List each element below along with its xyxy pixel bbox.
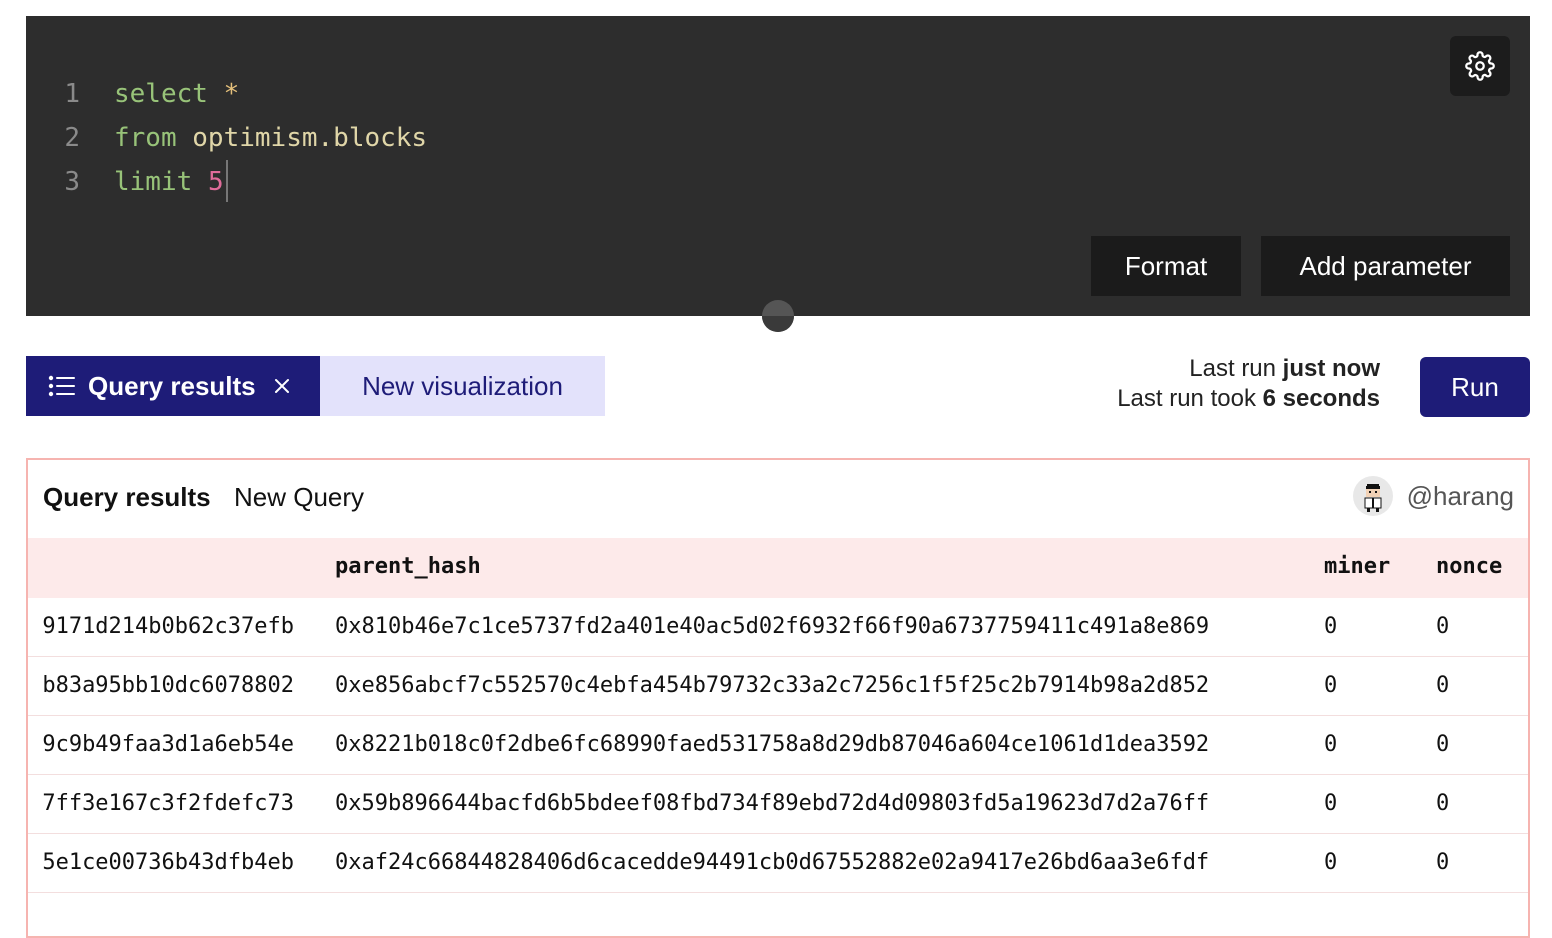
tab-query-results-label: Query results <box>88 370 256 401</box>
username: @harang <box>1406 480 1514 511</box>
cell-nonce: 0 <box>1436 673 1450 698</box>
table-row: b83a95bb10dc6078802 0xe856abcf7c552570c4e… <box>28 657 1528 716</box>
code-line[interactable]: 3 limit 5 <box>26 160 427 204</box>
cell-parent-hash: 0xe856abcf7c552570c4ebfa454b79732c33a2c7… <box>335 673 1210 698</box>
cell-miner: 0 <box>1324 850 1338 875</box>
line-number: 3 <box>64 167 80 197</box>
table-body: 9171d214b0b62c37efb 0x810b46e7c1ce5737fd2… <box>28 598 1528 893</box>
query-name[interactable]: New Query <box>234 482 364 513</box>
code-text: select * <box>114 72 239 116</box>
last-run-line: Last run just now <box>1189 355 1380 382</box>
sql-editor[interactable]: 1 select * 2 from optimism.blocks 3 limit 5 F… <box>26 16 1530 316</box>
line-number: 1 <box>64 79 80 109</box>
add-parameter-button[interactable]: Add parameter <box>1261 236 1510 296</box>
code-token: optimism.blocks <box>192 123 428 153</box>
text-cursor <box>225 160 228 202</box>
code-text: from optimism.blocks <box>114 116 427 160</box>
close-icon[interactable] <box>274 378 290 394</box>
results-panel: Query results New Query @harang parent_h… <box>26 458 1530 938</box>
table-row: 9171d214b0b62c37efb 0x810b46e7c1ce5737fd2… <box>28 598 1528 657</box>
code-token: * <box>223 79 240 109</box>
cell-miner: 0 <box>1324 614 1338 639</box>
column-header-miner[interactable]: miner <box>1324 538 1390 596</box>
gear-icon <box>1465 51 1495 81</box>
code-line[interactable]: 2 from optimism.blocks <box>26 116 427 160</box>
table-header: parent_hash miner nonce <box>28 538 1528 598</box>
list-icon <box>48 374 76 398</box>
cell-hash: 9c9b49faa3d1a6eb54e <box>42 732 294 757</box>
results-title: Query results <box>43 482 211 512</box>
cell-nonce: 0 <box>1436 850 1450 875</box>
tab-new-visualization[interactable]: New visualization <box>320 356 605 416</box>
cell-nonce: 0 <box>1436 732 1450 757</box>
code-token: from <box>114 123 177 153</box>
cell-parent-hash: 0xaf24c66844828406d6cacedde94491cb0d6755… <box>335 850 1210 875</box>
cell-hash: 5e1ce00736b43dfb4eb <box>42 850 294 875</box>
cell-miner: 0 <box>1324 673 1338 698</box>
editor-settings-button[interactable] <box>1450 36 1510 96</box>
cell-parent-hash: 0x8221b018c0f2dbe6fc68990faed531758a8d29… <box>335 732 1210 757</box>
last-run-duration-line: Last run took 6 seconds <box>1117 385 1380 412</box>
editor-resize-handle[interactable] <box>762 300 794 332</box>
format-button[interactable]: Format <box>1091 236 1241 296</box>
cell-hash: b83a95bb10dc6078802 <box>42 673 294 698</box>
column-header-parent-hash[interactable]: parent_hash <box>335 538 481 596</box>
cell-parent-hash: 0x810b46e7c1ce5737fd2a401e40ac5d02f6932f… <box>335 614 1210 639</box>
results-header: Query results New Query @harang <box>28 460 1528 538</box>
query-owner[interactable]: @harang <box>1352 476 1514 516</box>
cell-parent-hash: 0x59b896644bacfd6b5bdeef08fbd734f89ebd72… <box>335 791 1210 816</box>
cell-nonce: 0 <box>1436 614 1450 639</box>
table-row: 7ff3e167c3f2fdefc73 0x59b896644bacfd6b5bd… <box>28 775 1528 834</box>
code-area[interactable]: 1 select * 2 from optimism.blocks 3 limit 5 <box>26 72 427 204</box>
code-text: limit 5 <box>114 160 224 204</box>
results-tab-bar: Query results New visualization <box>26 356 605 416</box>
cell-nonce: 0 <box>1436 791 1450 816</box>
code-token: limit <box>114 167 193 197</box>
run-button[interactable]: Run <box>1420 357 1530 417</box>
tab-query-results[interactable]: Query results <box>26 356 320 416</box>
cell-hash: 7ff3e167c3f2fdefc73 <box>42 791 294 816</box>
last-run-info: Last run just now Last run took 6 second… <box>1117 354 1380 414</box>
table-row: 9c9b49faa3d1a6eb54e 0x8221b018c0f2dbe6fc6… <box>28 716 1528 775</box>
avatar <box>1352 476 1393 516</box>
code-line[interactable]: 1 select * <box>26 72 427 116</box>
cell-hash: 9171d214b0b62c37efb <box>42 614 294 639</box>
table-row: 5e1ce00736b43dfb4eb 0xaf24c66844828406d6c… <box>28 834 1528 893</box>
line-number: 2 <box>64 123 80 153</box>
cell-miner: 0 <box>1324 732 1338 757</box>
results-table: parent_hash miner nonce 9171d214b0b62c37… <box>28 538 1528 893</box>
column-header-nonce[interactable]: nonce <box>1436 538 1502 596</box>
code-token: select <box>114 79 208 109</box>
cell-miner: 0 <box>1324 791 1338 816</box>
code-token: 5 <box>207 167 224 197</box>
